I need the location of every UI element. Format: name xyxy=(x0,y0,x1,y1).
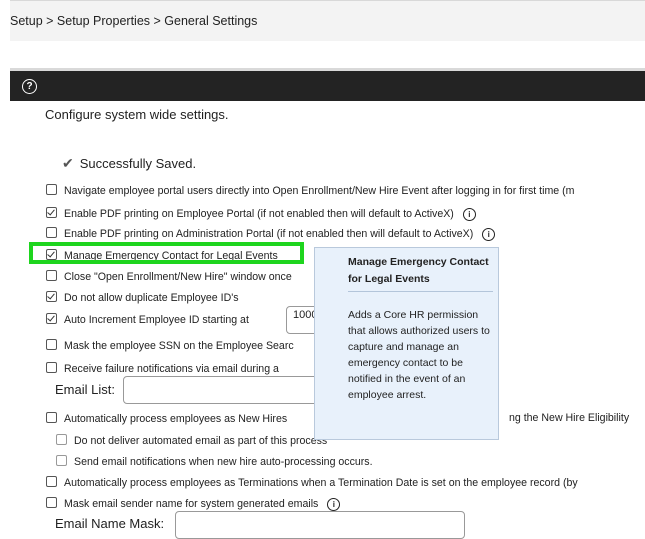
breadcrumb-text: Setup > Setup Properties > General Setti… xyxy=(10,14,258,28)
email-name-mask-label: Email Name Mask: xyxy=(55,516,165,531)
tooltip-body: Adds a Core HR permission that allows au… xyxy=(348,309,490,401)
checkbox[interactable] xyxy=(46,362,57,373)
checkbox[interactable] xyxy=(56,434,67,445)
setting-row-mask-ssn: Mask the employee SSN on the Employee Se… xyxy=(46,339,294,352)
tooltip: Manage Emergency Contact for Legal Event… xyxy=(314,247,499,440)
setting-label: Do not allow duplicate Employee ID's xyxy=(64,292,239,304)
setting-row-navigate-portal: Navigate employee portal users directly … xyxy=(46,184,574,197)
checkmark-icon: ✔ xyxy=(62,155,74,171)
setting-row-auto-terminations: Automatically process employees as Termi… xyxy=(46,476,578,489)
setting-row-no-automated-email: Do not deliver automated email as part o… xyxy=(56,434,327,447)
panel-title-bar: ? xyxy=(10,68,645,101)
setting-label: Auto Increment Employee ID starting at xyxy=(64,314,249,326)
email-list-label: Email List: xyxy=(55,382,115,397)
setting-row-close-window: Close "Open Enrollment/New Hire" window … xyxy=(46,270,292,283)
success-message: ✔ Successfully Saved. xyxy=(62,155,196,172)
checkbox[interactable] xyxy=(46,476,57,487)
checkbox[interactable] xyxy=(46,184,57,195)
breadcrumb: Setup > Setup Properties > General Setti… xyxy=(10,0,645,41)
setting-row-mask-email-sender: Mask email sender name for system genera… xyxy=(46,497,341,511)
info-icon[interactable]: i xyxy=(327,498,341,511)
setting-row-pdf-employee: Enable PDF printing on Employee Portal (… xyxy=(46,207,476,221)
setting-row-auto-new-hire: Automatically process employees as New H… xyxy=(46,412,287,425)
highlight-box xyxy=(29,242,304,264)
checkbox[interactable] xyxy=(46,497,57,508)
checkbox[interactable] xyxy=(46,270,57,281)
help-icon[interactable]: ? xyxy=(22,79,37,94)
setting-label: Automatically process employees as New H… xyxy=(64,413,288,425)
checkbox[interactable] xyxy=(46,412,57,423)
setting-label: Automatically process employees as Termi… xyxy=(64,477,578,489)
setting-row-send-email-notifications: Send email notifications when new hire a… xyxy=(56,455,373,468)
setting-label: Enable PDF printing on Administration Po… xyxy=(64,228,474,240)
setting-row-failure-notifications: Receive failure notifications via email … xyxy=(46,362,279,375)
checkbox[interactable] xyxy=(46,313,57,324)
info-icon[interactable]: i xyxy=(462,208,476,221)
setting-label: Send email notifications when new hire a… xyxy=(74,456,373,468)
setting-row-pdf-admin: Enable PDF printing on Administration Po… xyxy=(46,227,496,241)
checkbox[interactable] xyxy=(46,207,57,218)
setting-label-suffix: ng the New Hire Eligibility xyxy=(509,412,630,424)
checkbox[interactable] xyxy=(56,455,67,466)
tooltip-title: Manage Emergency Contact for Legal Event… xyxy=(348,254,493,292)
info-icon[interactable]: i xyxy=(482,228,496,241)
checkbox[interactable] xyxy=(46,227,57,238)
checkbox[interactable] xyxy=(46,339,57,350)
setting-label: Mask the employee SSN on the Employee Se… xyxy=(64,340,294,352)
setting-label: Do not deliver automated email as part o… xyxy=(74,435,328,447)
setting-label: Enable PDF printing on Employee Portal (… xyxy=(64,208,454,220)
setting-label: Mask email sender name for system genera… xyxy=(64,498,319,510)
success-text: Successfully Saved. xyxy=(79,156,197,171)
setting-label: Navigate employee portal users directly … xyxy=(64,185,575,197)
setting-row-duplicate-id: Do not allow duplicate Employee ID's xyxy=(46,291,239,304)
checkbox[interactable] xyxy=(46,291,57,302)
setting-label: Close "Open Enrollment/New Hire" window … xyxy=(64,271,292,283)
setting-row-auto-increment: Auto Increment Employee ID starting at xyxy=(46,313,249,326)
setting-label: Receive failure notifications via email … xyxy=(64,363,279,375)
intro-text: Configure system wide settings. xyxy=(45,107,229,122)
